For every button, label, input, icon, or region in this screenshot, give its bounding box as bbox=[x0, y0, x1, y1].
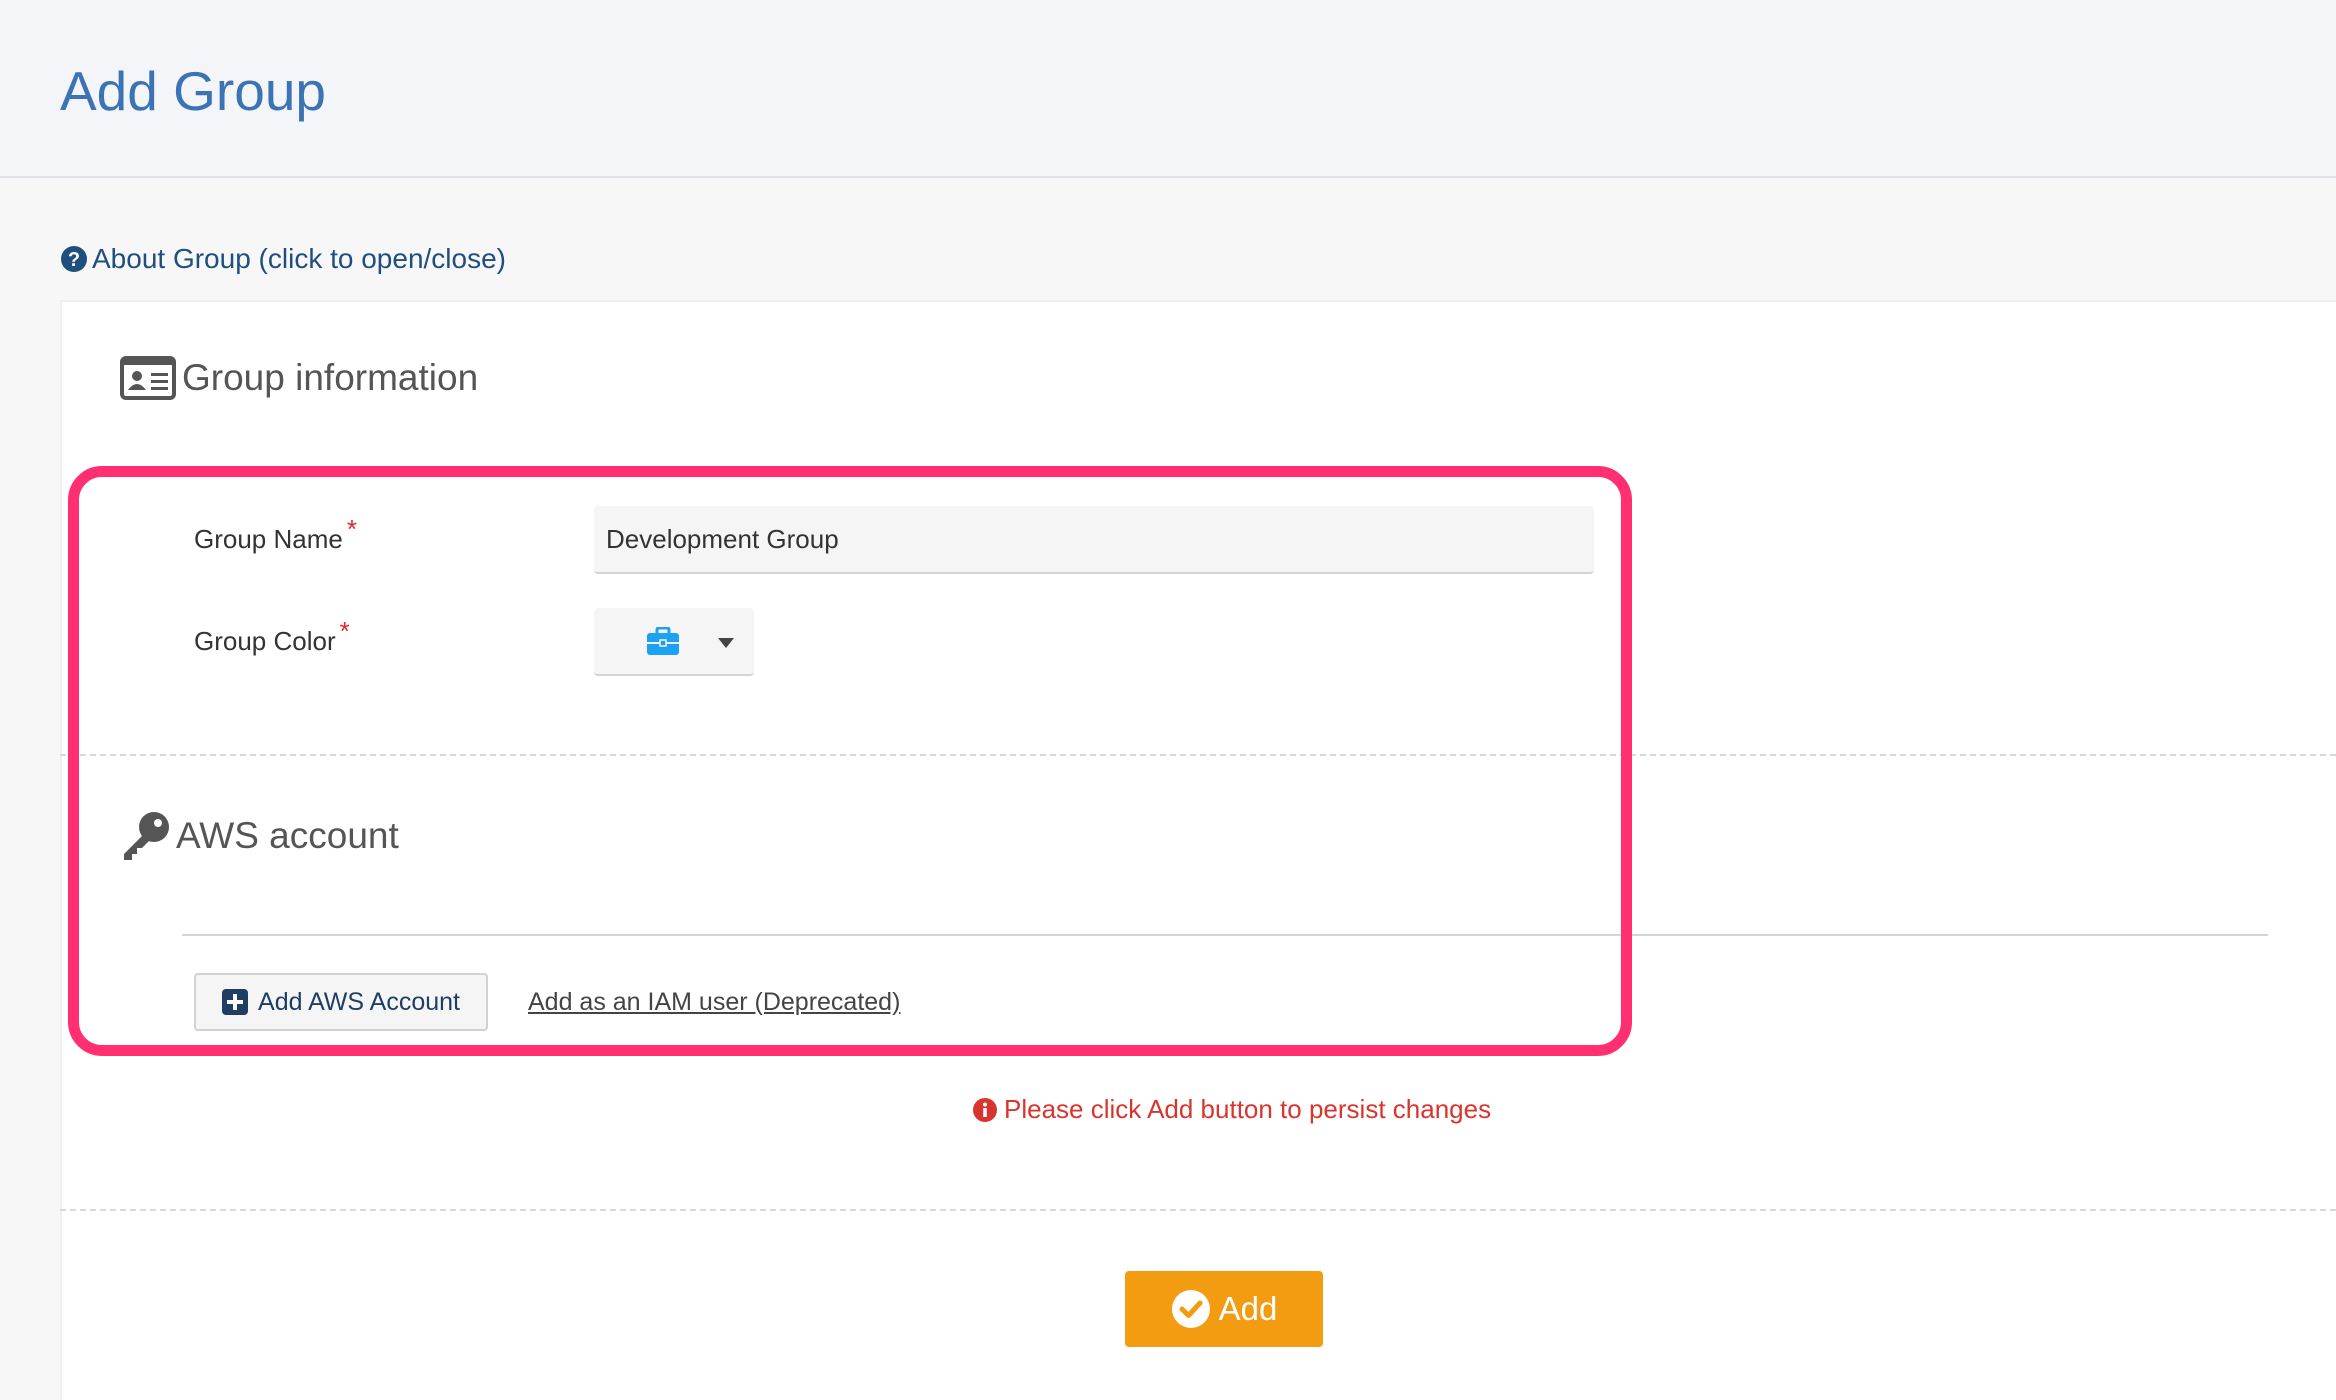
caret-down-icon bbox=[718, 638, 734, 648]
group-information-heading: Group information bbox=[120, 356, 478, 400]
section-divider bbox=[60, 754, 2336, 756]
persist-warning: Please click Add button to persist chang… bbox=[972, 1094, 1491, 1125]
footer-divider bbox=[60, 1209, 2336, 1211]
add-aws-account-label: Add AWS Account bbox=[258, 987, 460, 1016]
aws-account-title: AWS account bbox=[176, 815, 399, 856]
add-button[interactable]: Add bbox=[1125, 1271, 1323, 1347]
page-header: Add Group bbox=[0, 0, 2336, 178]
persist-warning-text: Please click Add button to persist chang… bbox=[1004, 1094, 1492, 1124]
add-button-label: Add bbox=[1218, 1290, 1278, 1327]
group-color-select[interactable] bbox=[594, 608, 754, 676]
add-aws-account-button[interactable]: Add AWS Account bbox=[194, 973, 488, 1031]
aws-account-rule bbox=[182, 934, 2268, 936]
group-information-title: Group information bbox=[182, 357, 479, 398]
briefcase-icon bbox=[647, 627, 679, 655]
svg-text:?: ? bbox=[68, 249, 80, 271]
about-group-label: About Group (click to open/close) bbox=[92, 243, 506, 274]
group-color-label: Group Color * bbox=[194, 616, 350, 657]
add-iam-user-link[interactable]: Add as an IAM user (Deprecated) bbox=[528, 988, 900, 1017]
group-name-input[interactable] bbox=[594, 506, 1594, 574]
info-circle-icon bbox=[973, 1097, 997, 1122]
question-circle-icon: ? bbox=[61, 246, 87, 272]
about-group-toggle[interactable]: ? About Group (click to open/close) bbox=[60, 243, 506, 275]
required-mark: * bbox=[339, 616, 350, 646]
id-card-icon bbox=[120, 356, 176, 400]
required-mark: * bbox=[346, 514, 357, 544]
aws-account-heading: AWS account bbox=[120, 810, 399, 862]
group-name-label-text: Group Name bbox=[194, 524, 343, 554]
page-title: Add Group bbox=[60, 60, 327, 122]
group-color-label-text: Group Color bbox=[194, 626, 336, 656]
group-name-label: Group Name * bbox=[194, 514, 357, 555]
check-circle-icon bbox=[1171, 1290, 1210, 1328]
plus-square-icon bbox=[222, 989, 249, 1015]
form-panel bbox=[60, 300, 2336, 1400]
key-icon bbox=[124, 812, 169, 860]
